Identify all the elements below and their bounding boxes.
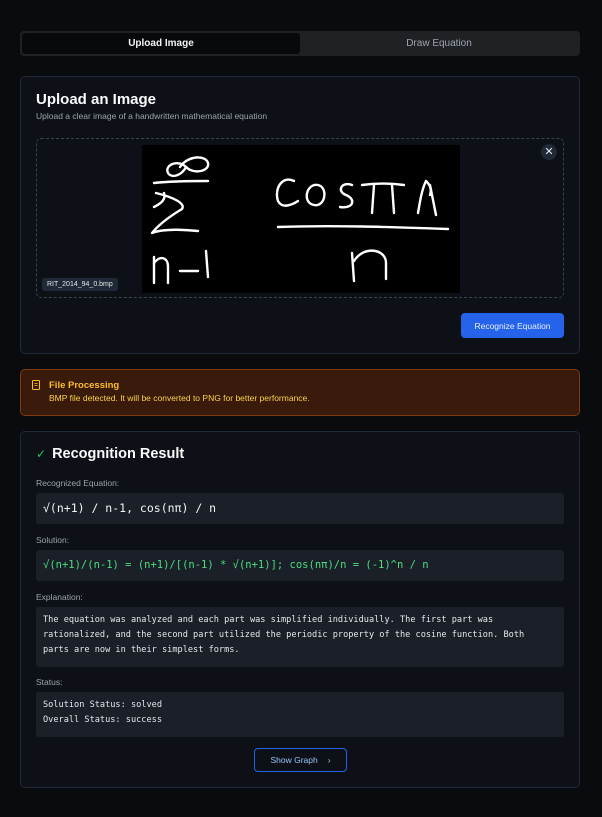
upload-title: Upload an Image (36, 91, 157, 108)
status-label: Status: (36, 677, 63, 687)
upload-card: Upload an Image Upload a clear image of … (20, 76, 580, 354)
chevron-right-icon: › (327, 755, 331, 765)
alert-title: File Processing (49, 380, 120, 391)
alert-message: BMP file detected. It will be converted … (49, 393, 310, 403)
overall-status: Overall Status: success (43, 715, 162, 725)
status-text: Solution Status: solved Overall Status: … (36, 692, 564, 737)
explanation-line: rationalized, and the second part utiliz… (43, 630, 525, 640)
equation-label: Recognized Equation: (36, 478, 120, 488)
file-name-badge: RIT_2014_94_0.bmp (42, 278, 118, 291)
image-preview (142, 145, 460, 293)
upload-subtitle: Upload a clear image of a handwritten ma… (36, 111, 268, 121)
explanation-line: parts are now in their simplest forms. (43, 645, 240, 655)
solution-text: √(n+1)/(n-1) = (n+1)/[(n-1) * √(n+1)]; c… (36, 550, 564, 581)
tab-draw-equation[interactable]: Draw Equation (300, 33, 578, 54)
solution-status: Solution Status: solved (43, 700, 162, 710)
file-icon (32, 380, 40, 390)
file-processing-alert: File Processing BMP file detected. It wi… (20, 369, 580, 416)
image-dropzone[interactable]: RIT_2014_94_0.bmp ✕ (36, 138, 564, 298)
show-graph-label: Show Graph (270, 755, 318, 765)
result-title: Recognition Result (52, 446, 185, 462)
result-header: ✓ Recognition Result (36, 446, 184, 462)
result-card: ✓ Recognition Result Recognized Equation… (20, 431, 580, 788)
recognized-equation: √(n+1) / n-1, cos(nπ) / n (36, 493, 564, 524)
recognize-equation-button[interactable]: Recognize Equation (461, 313, 564, 338)
show-graph-button[interactable]: Show Graph › (254, 748, 347, 772)
handwritten-equation-image (150, 156, 450, 285)
remove-image-button[interactable]: ✕ (541, 144, 557, 160)
mode-tabs: Upload Image Draw Equation (20, 31, 580, 56)
explanation-label: Explanation: (36, 592, 83, 602)
check-icon: ✓ (36, 447, 47, 461)
explanation-line: The equation was analyzed and each part … (43, 615, 494, 625)
explanation-text: The equation was analyzed and each part … (36, 607, 564, 667)
close-icon: ✕ (544, 146, 554, 158)
solution-label: Solution: (36, 535, 70, 545)
tab-upload-image[interactable]: Upload Image (22, 33, 300, 54)
app-root: Upload Image Draw Equation Upload an Ima… (0, 0, 602, 817)
